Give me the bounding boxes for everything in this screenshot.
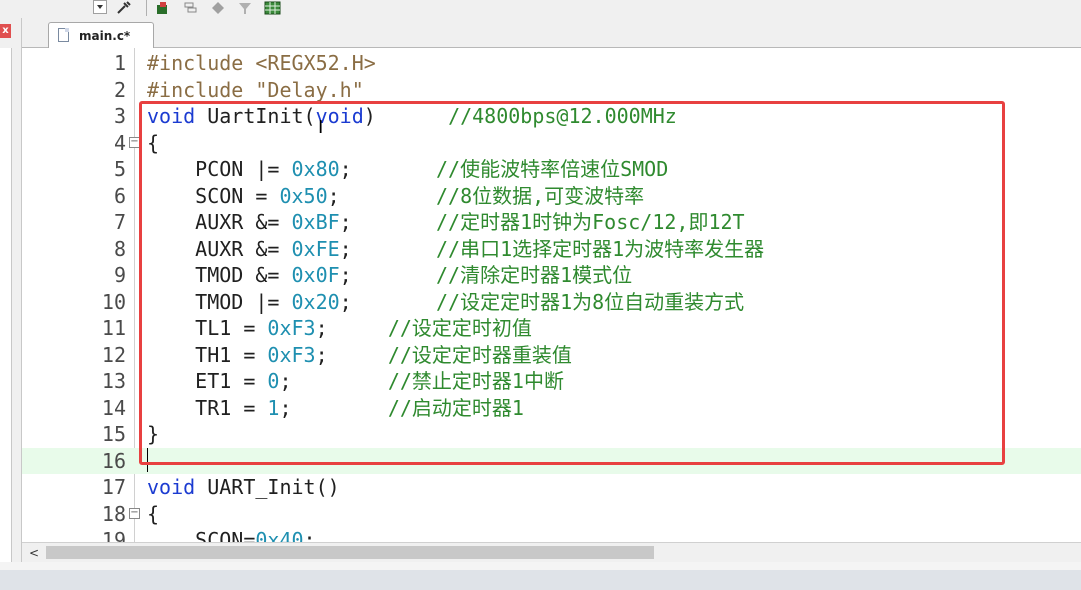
project-panel: x (0, 18, 22, 570)
line-number: 9 (113, 263, 126, 287)
code-token: #include "Delay.h" (147, 77, 364, 102)
scroll-left-arrow-icon[interactable]: < (26, 545, 42, 561)
line-number: 11 (101, 316, 126, 340)
component-icon[interactable] (155, 0, 169, 14)
code-text: SCON=0x40; (147, 527, 316, 542)
code-text: { (147, 501, 159, 527)
line-number: 1 (113, 51, 126, 75)
line-number: 17 (101, 475, 126, 499)
file-icon (58, 28, 69, 42)
code-text: #include <REGX52.H> (147, 50, 376, 76)
line-number: 8 (113, 236, 126, 261)
horizontal-scrollbar[interactable]: < (22, 542, 1081, 562)
funnel-icon[interactable] (237, 0, 251, 14)
line-number: 5 (113, 157, 126, 181)
line-number: 10 (101, 289, 126, 314)
close-icon[interactable]: x (0, 24, 11, 38)
status-strip (0, 562, 1081, 570)
code-line[interactable]: 1 #include <REGX52.H> (22, 50, 1081, 76)
line-number: 13 (101, 369, 126, 393)
highlight-annotation-box (139, 101, 1005, 465)
code-token: 0x40 (255, 528, 304, 542)
wrench-icon[interactable] (116, 0, 131, 14)
tab-label: main.c* (79, 29, 131, 43)
window-bottom-bar (0, 570, 1081, 590)
grid-icon[interactable] (264, 0, 281, 15)
line-number: 15 (101, 422, 126, 446)
line-number: 16 (101, 448, 126, 473)
code-line[interactable]: 18−{ (22, 501, 1081, 527)
code-token: SCON= (147, 528, 256, 542)
fold-toggle-icon[interactable]: − (129, 507, 140, 519)
dropdown-icon[interactable] (93, 0, 107, 14)
line-number: 2 (113, 77, 126, 102)
code-line[interactable]: 17 void UART_Init() (22, 474, 1081, 500)
diamond-icon[interactable] (210, 0, 224, 14)
tab-main-c[interactable]: main.c* (48, 22, 154, 49)
line-number: 4 (113, 130, 126, 155)
toolbar (0, 0, 1081, 18)
code-token: #include <REGX52.H> (147, 51, 376, 75)
line-number: 18 (101, 501, 126, 526)
tab-bar: main.c* (22, 18, 1081, 49)
code-token: ; (303, 528, 316, 542)
stack-icon[interactable] (183, 0, 197, 14)
project-tree[interactable] (0, 48, 12, 568)
code-token: { (147, 501, 160, 526)
line-number: 3 (113, 104, 126, 128)
line-number: 12 (101, 342, 126, 367)
code-line[interactable]: 2 #include "Delay.h" (22, 77, 1081, 103)
code-line[interactable]: 19 SCON=0x40; (22, 527, 1081, 542)
toolbar-separator (146, 0, 147, 16)
line-number: 7 (113, 210, 126, 234)
code-token: UART_Init() (195, 475, 340, 499)
code-text: #include "Delay.h" (147, 77, 364, 103)
scroll-thumb[interactable] (46, 546, 654, 559)
code-token: void (147, 475, 196, 499)
line-number: 6 (113, 183, 126, 208)
line-number: 19 (101, 528, 126, 542)
line-number: 14 (101, 395, 126, 420)
code-text: void UART_Init() (147, 474, 340, 500)
